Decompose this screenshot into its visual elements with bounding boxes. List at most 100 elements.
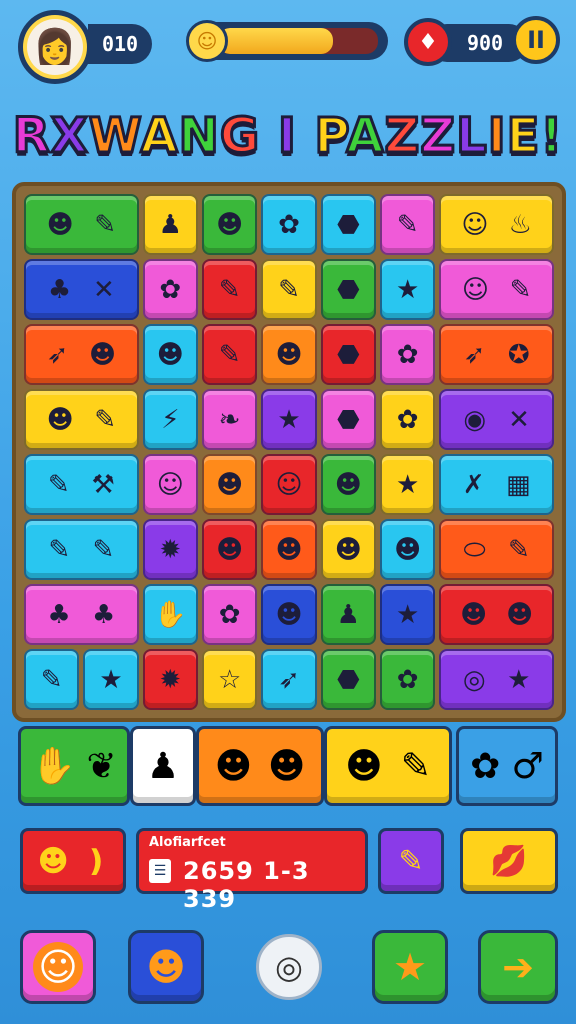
nav-friends-button[interactable]: ☻	[128, 930, 204, 1004]
nav-next-button[interactable]: ➔	[478, 930, 558, 1004]
gem-icon: ♦	[404, 18, 452, 66]
puzzle-tile[interactable]: ☺ ♨	[439, 194, 554, 255]
title-letter: E	[505, 107, 541, 166]
tile-piece-icon: ❧	[218, 404, 241, 435]
puzzle-tile[interactable]: ☺	[142, 454, 198, 515]
puzzle-tile[interactable]: ★	[261, 389, 317, 450]
puzzle-tile[interactable]: ☆	[202, 649, 258, 710]
tile-piece-icon: ✎	[94, 404, 117, 435]
puzzle-tile[interactable]: ➶ ✪	[439, 324, 554, 385]
progress-fill	[218, 28, 334, 54]
puzzle-tile[interactable]: ★	[380, 259, 436, 320]
puzzle-tile[interactable]: ✹	[142, 649, 198, 710]
puzzle-tile[interactable]: ✎	[202, 324, 258, 385]
puzzle-tile[interactable]: ➶	[261, 649, 317, 710]
puzzle-tile[interactable]: ★	[380, 584, 436, 645]
puzzle-tile[interactable]: ✿	[261, 194, 317, 255]
puzzle-tile[interactable]: ◉ ✕	[439, 389, 554, 450]
booster-face-icon: ☻	[37, 843, 69, 879]
tray-piece[interactable]: ♟	[130, 726, 196, 806]
tray-piece[interactable]: ✋ ❦	[18, 726, 130, 806]
puzzle-tile[interactable]: ☻	[202, 194, 258, 255]
puzzle-tile[interactable]: ☻	[320, 519, 376, 580]
puzzle-tile[interactable]: ⬭ ✎	[439, 519, 554, 580]
puzzle-tile[interactable]: ✿	[380, 389, 436, 450]
puzzle-tile[interactable]: ♟	[142, 194, 198, 255]
puzzle-tile[interactable]: ✎	[24, 649, 80, 710]
tile-piece-icon: ☻	[275, 599, 303, 630]
tile-piece-icon: ☺	[275, 469, 303, 500]
tile-piece-icon: ★	[277, 404, 301, 435]
puzzle-tile[interactable]: ☺	[261, 454, 317, 515]
puzzle-tile[interactable]: ☻ ☻	[439, 584, 554, 645]
puzzle-tile[interactable]: ☻	[202, 454, 258, 515]
puzzle-tile[interactable]: ✎	[261, 259, 317, 320]
title-letter: Z	[419, 107, 457, 166]
puzzle-tile[interactable]: ✿	[380, 649, 436, 710]
tray-piece-icon: ❦	[86, 745, 117, 787]
progress-coin-icon: ☺	[186, 20, 228, 62]
booster-button[interactable]: ☻ ❫	[20, 828, 126, 894]
puzzle-tile[interactable]: ♣ ✕	[24, 259, 139, 320]
tile-piece-icon: ✎	[47, 469, 70, 500]
tile-piece-icon: ☻	[216, 534, 244, 565]
tile-piece-icon: ⬭	[463, 534, 486, 565]
puzzle-tile[interactable]: ✿	[142, 259, 198, 320]
puzzle-tile[interactable]: ☻	[380, 519, 436, 580]
puzzle-tile[interactable]: ⬣	[320, 389, 376, 450]
puzzle-tile[interactable]: ⬣	[320, 324, 376, 385]
puzzle-tile[interactable]: ☻	[261, 584, 317, 645]
game-title: RXWANG I PAZZLIE!	[0, 107, 576, 166]
puzzle-tile[interactable]: ★	[83, 649, 139, 710]
nav-levels-button[interactable]: ★	[372, 930, 448, 1004]
player-avatar[interactable]: 👩	[18, 10, 92, 84]
tile-piece-icon: ★	[396, 469, 420, 500]
puzzle-tile[interactable]: ✿	[380, 324, 436, 385]
tray-piece[interactable]: ✿ ♂	[456, 726, 558, 806]
puzzle-tile[interactable]: ✎ ⚒	[24, 454, 139, 515]
puzzle-tile[interactable]: ✗ ▦	[439, 454, 554, 515]
puzzle-tile[interactable]: ☻	[202, 519, 258, 580]
puzzle-tile[interactable]: ☻	[142, 324, 198, 385]
nav-profile-button[interactable]: ☺	[20, 930, 96, 1004]
puzzle-tile[interactable]: ⬣	[320, 259, 376, 320]
tile-piece-icon: ✎	[507, 534, 530, 565]
puzzle-tile[interactable]: ✋	[142, 584, 198, 645]
tile-piece-icon: ★	[396, 599, 420, 630]
puzzle-tile[interactable]: ★	[380, 454, 436, 515]
puzzle-tile[interactable]: ◎ ★	[439, 649, 554, 710]
puzzle-tile[interactable]: ☻	[261, 324, 317, 385]
puzzle-tile[interactable]: ✿	[202, 584, 258, 645]
puzzle-tile[interactable]: ✎	[380, 194, 436, 255]
pencil-tool-button[interactable]: ✎	[378, 828, 444, 894]
puzzle-tile[interactable]: ⬣	[320, 194, 376, 255]
puzzle-tile[interactable]: ⚡	[142, 389, 198, 450]
puzzle-tile[interactable]: ☻	[261, 519, 317, 580]
title-letter: I	[276, 107, 297, 166]
puzzle-tile[interactable]: ➶ ☻	[24, 324, 139, 385]
tile-piece-icon: ✪	[507, 339, 530, 370]
puzzle-tile[interactable]: ❧	[202, 389, 258, 450]
tile-piece-icon: ✿	[278, 209, 300, 240]
nav-home-button[interactable]: ◎	[256, 934, 322, 1000]
tile-piece-icon: ➶	[46, 339, 69, 370]
puzzle-tile[interactable]: ⬣	[320, 649, 376, 710]
puzzle-tile[interactable]: ✹	[142, 519, 198, 580]
lips-booster-button[interactable]: 💋	[460, 828, 558, 894]
tray-piece-icon: ✎	[400, 745, 431, 787]
title-letter: X	[49, 107, 89, 166]
puzzle-tile[interactable]: ☺ ✎	[439, 259, 554, 320]
tray-piece[interactable]: ☻ ✎	[324, 726, 452, 806]
tile-piece-icon: ◎	[462, 664, 486, 695]
tray-piece[interactable]: ☻ ☻	[196, 726, 324, 806]
puzzle-tile[interactable]: ♟	[320, 584, 376, 645]
puzzle-tile[interactable]: ♣ ♣	[24, 584, 139, 645]
puzzle-tile[interactable]: ✎ ✎	[24, 519, 139, 580]
pause-button[interactable]: II	[512, 16, 560, 64]
puzzle-tile[interactable]: ☻	[320, 454, 376, 515]
tray-piece-icon: ✿	[470, 745, 501, 787]
puzzle-tile[interactable]: ✎	[202, 259, 258, 320]
tile-piece-icon: ⬣	[336, 209, 360, 240]
puzzle-tile[interactable]: ☻ ✎	[24, 194, 139, 255]
puzzle-tile[interactable]: ☻ ✎	[24, 389, 139, 450]
